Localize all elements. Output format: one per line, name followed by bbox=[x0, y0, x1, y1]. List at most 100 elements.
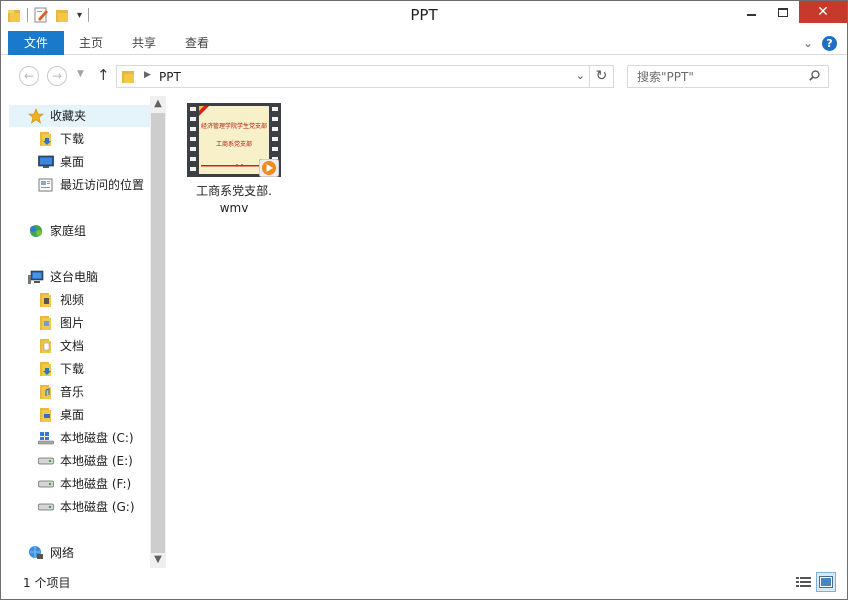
refresh-button[interactable]: ↻ bbox=[590, 65, 614, 88]
desktop-folder-icon bbox=[38, 407, 54, 423]
nav-item-label: 收藏夹 bbox=[50, 109, 87, 123]
forward-button[interactable]: → bbox=[47, 66, 67, 86]
computer-icon bbox=[28, 269, 44, 285]
search-input[interactable] bbox=[628, 66, 804, 87]
videos-folder-icon bbox=[38, 292, 54, 308]
minimize-button[interactable] bbox=[735, 1, 767, 23]
address-bar[interactable]: ▶ PPT ⌄ bbox=[116, 65, 590, 88]
nav-item-drive-f[interactable]: 本地磁盘 (F:) bbox=[38, 473, 131, 495]
nav-item-drive-c[interactable]: 本地磁盘 (C:) bbox=[38, 427, 134, 449]
close-icon: ✕ bbox=[817, 4, 829, 20]
large-icons-view-icon bbox=[819, 576, 833, 588]
minimize-icon bbox=[746, 14, 756, 16]
tab-file[interactable]: 文件 bbox=[8, 31, 64, 55]
tab-share[interactable]: 共享 bbox=[120, 31, 168, 55]
maximize-icon bbox=[778, 7, 788, 17]
nav-item-label: 本地磁盘 (F:) bbox=[60, 477, 132, 491]
nav-item-label: 下载 bbox=[60, 362, 85, 376]
nav-scrollbar[interactable]: ▲ ▼ bbox=[150, 96, 166, 568]
new-folder-icon[interactable] bbox=[55, 8, 69, 23]
nav-item-pictures[interactable]: 图片 bbox=[38, 312, 84, 334]
nav-item-desktop-pc[interactable]: 桌面 bbox=[38, 404, 84, 426]
explorer-window: ▾ PPT ✕ 文件 主页 共享 查看 ⌄ ? ← → ▼ ↑ ▶ PPT ⌄ bbox=[0, 0, 848, 600]
refresh-icon: ↻ bbox=[595, 68, 608, 84]
address-dropdown-icon[interactable]: ⌄ bbox=[576, 69, 585, 82]
maximize-button[interactable] bbox=[767, 1, 799, 23]
file-item[interactable]: 经济管理学院学生党支部 工商系党支部 工商系党支部. wmv bbox=[186, 103, 282, 217]
navigation-bar: ← → ▼ ↑ ▶ PPT ⌄ ↻ bbox=[1, 56, 847, 96]
breadcrumb-separator-icon[interactable]: ▶ bbox=[144, 70, 151, 80]
back-button[interactable]: ← bbox=[19, 66, 39, 86]
scroll-up-icon[interactable]: ▲ bbox=[150, 96, 166, 112]
nav-item-downloads-pc[interactable]: 下载 bbox=[38, 358, 84, 380]
documents-folder-icon bbox=[38, 338, 54, 354]
status-bar: 1 个项目 bbox=[1, 568, 847, 599]
close-button[interactable]: ✕ bbox=[799, 1, 847, 23]
star-icon bbox=[28, 108, 44, 124]
forward-arrow-icon: → bbox=[51, 69, 63, 83]
scroll-thumb[interactable] bbox=[151, 113, 165, 553]
drive-icon bbox=[38, 453, 54, 469]
nav-item-label: 下载 bbox=[60, 132, 85, 146]
file-name-line: 工商系党支部. bbox=[196, 184, 272, 198]
nav-item-label: 本地磁盘 (C:) bbox=[60, 431, 134, 445]
details-view-button[interactable] bbox=[793, 572, 813, 592]
nav-item-documents[interactable]: 文档 bbox=[38, 335, 84, 357]
file-name[interactable]: 工商系党支部. wmv bbox=[186, 183, 282, 217]
media-play-badge-icon bbox=[259, 159, 279, 177]
scroll-down-icon[interactable]: ▼ bbox=[150, 552, 166, 568]
nav-item-favorites[interactable]: 收藏夹 bbox=[9, 105, 150, 127]
quick-access-toolbar: ▾ bbox=[7, 7, 95, 23]
toolbar-separator bbox=[88, 8, 90, 22]
properties-icon[interactable] bbox=[34, 7, 49, 23]
nav-item-drive-e[interactable]: 本地磁盘 (E:) bbox=[38, 450, 133, 472]
window-controls: ✕ bbox=[735, 1, 847, 23]
ribbon-tabs: 文件 主页 共享 查看 ⌄ ? bbox=[1, 31, 847, 55]
pictures-folder-icon bbox=[38, 315, 54, 331]
nav-item-label: 本地磁盘 (E:) bbox=[60, 454, 133, 468]
download-folder-icon bbox=[38, 131, 54, 147]
nav-item-label: 家庭组 bbox=[50, 224, 87, 238]
details-view-icon bbox=[795, 576, 811, 587]
nav-item-network[interactable]: 网络 bbox=[28, 542, 74, 564]
search-box[interactable] bbox=[627, 65, 829, 88]
homegroup-icon bbox=[28, 223, 44, 239]
nav-item-label: 网络 bbox=[50, 546, 75, 560]
item-count: 1 个项目 bbox=[23, 576, 71, 590]
search-icon[interactable] bbox=[809, 70, 820, 81]
nav-item-label: 音乐 bbox=[60, 385, 85, 399]
thumbnail-subtitle: 工商系党支部 bbox=[215, 141, 252, 148]
folder-icon[interactable] bbox=[7, 8, 21, 23]
breadcrumb-ppt[interactable]: PPT bbox=[159, 70, 181, 84]
network-icon bbox=[28, 545, 44, 561]
nav-item-recent-places[interactable]: 最近访问的位置 bbox=[38, 174, 144, 196]
tab-view[interactable]: 查看 bbox=[173, 31, 221, 55]
nav-item-homegroup[interactable]: 家庭组 bbox=[28, 220, 86, 242]
file-name-line: wmv bbox=[219, 201, 249, 215]
thumbnail-title: 经济管理学院学生党支部 bbox=[201, 123, 268, 130]
nav-item-label: 最近访问的位置 bbox=[60, 178, 145, 192]
tab-home[interactable]: 主页 bbox=[67, 31, 115, 55]
nav-item-this-pc[interactable]: 这台电脑 bbox=[28, 266, 98, 288]
chevron-down-icon[interactable]: ▾ bbox=[77, 10, 82, 21]
window-title: PPT bbox=[410, 6, 438, 24]
video-file-icon: 经济管理学院学生党支部 工商系党支部 bbox=[187, 103, 281, 179]
nav-item-label: 图片 bbox=[60, 316, 85, 330]
nav-item-desktop[interactable]: 桌面 bbox=[38, 151, 84, 173]
recent-locations-dropdown-icon[interactable]: ▼ bbox=[77, 69, 84, 79]
up-arrow-icon[interactable]: ↑ bbox=[97, 66, 110, 84]
expand-ribbon-icon[interactable]: ⌄ bbox=[803, 36, 813, 50]
nav-item-videos[interactable]: 视频 bbox=[38, 289, 84, 311]
nav-item-music[interactable]: 音乐 bbox=[38, 381, 84, 403]
nav-item-downloads[interactable]: 下载 bbox=[38, 128, 84, 150]
toolbar-separator bbox=[27, 8, 28, 22]
desktop-icon bbox=[38, 154, 54, 170]
help-icon[interactable]: ? bbox=[822, 36, 837, 51]
nav-item-label: 视频 bbox=[60, 293, 85, 307]
folder-icon bbox=[122, 71, 134, 83]
nav-item-label: 本地磁盘 (G:) bbox=[60, 500, 135, 514]
large-icons-view-button[interactable] bbox=[816, 572, 836, 592]
system-drive-icon bbox=[38, 430, 54, 446]
nav-item-drive-g[interactable]: 本地磁盘 (G:) bbox=[38, 496, 135, 518]
nav-item-label: 这台电脑 bbox=[50, 270, 99, 284]
